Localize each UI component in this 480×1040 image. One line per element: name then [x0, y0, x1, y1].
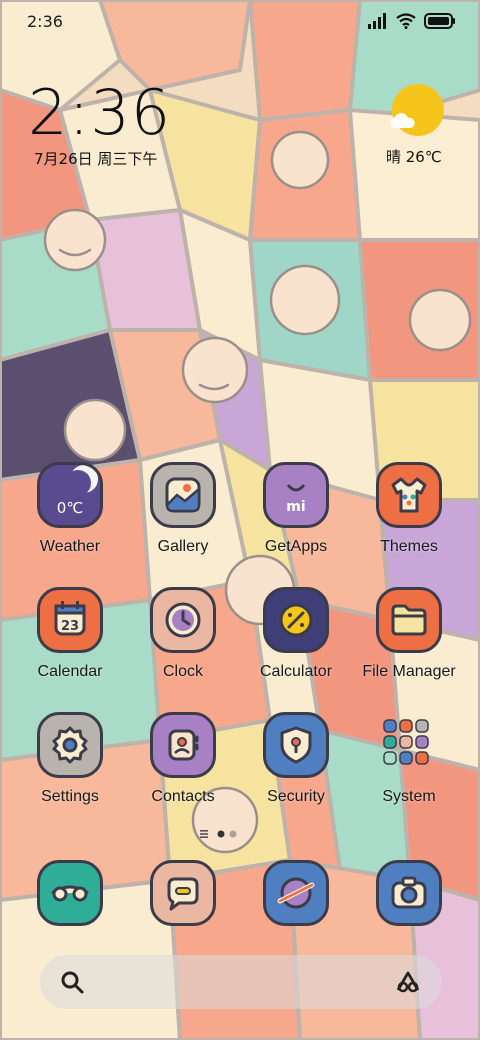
- gear-icon: [37, 712, 103, 778]
- app-label: Gallery: [157, 538, 209, 555]
- weather-app-icon: 0℃: [37, 462, 103, 528]
- app-label: GetApps: [264, 538, 328, 555]
- app-label: Themes: [380, 538, 438, 555]
- page-dot-active: [217, 830, 225, 838]
- gallery-icon: [150, 462, 216, 528]
- folder-icon: [376, 587, 442, 653]
- getapps-icon: mi: [263, 462, 329, 528]
- weather-widget-text: 晴 26℃: [386, 148, 442, 166]
- app-security[interactable]: Security: [240, 712, 352, 822]
- app-calculator[interactable]: Calculator: [240, 587, 352, 697]
- app-label: Clock: [162, 663, 203, 680]
- app-contacts[interactable]: Contacts: [127, 712, 239, 822]
- assistant-icon[interactable]: [394, 968, 422, 996]
- app-getapps[interactable]: mi GetApps: [240, 462, 352, 572]
- app-label: Settings: [41, 788, 99, 805]
- app-label: Contacts: [151, 788, 215, 805]
- calendar-date-badge: 23: [61, 619, 79, 634]
- app-file-manager[interactable]: File Manager: [353, 587, 465, 697]
- clock-widget-date: 7月26日 周三下午: [34, 150, 158, 168]
- status-time: 2:36: [27, 12, 63, 31]
- app-label: Weather: [39, 538, 101, 555]
- cloud-icon: [390, 113, 415, 128]
- page-dot: [229, 830, 237, 838]
- folder-system[interactable]: System: [353, 712, 465, 822]
- status-bar: 2:36: [0, 0, 480, 40]
- weather-app-badge: 0℃: [57, 499, 83, 517]
- contacts-icon: [150, 712, 216, 778]
- home-feed-icon: [200, 830, 208, 838]
- app-gallery[interactable]: Gallery: [127, 462, 239, 572]
- app-label: Security: [267, 788, 325, 805]
- browser-icon[interactable]: [263, 860, 329, 926]
- search-icon[interactable]: [58, 968, 86, 996]
- getapps-badge: mi: [286, 499, 305, 515]
- clock-icon: [150, 587, 216, 653]
- weather-widget[interactable]: 晴 26℃: [380, 84, 460, 174]
- shield-icon: [263, 712, 329, 778]
- app-label: Calendar: [37, 663, 103, 680]
- calculator-icon: [263, 587, 329, 653]
- app-clock[interactable]: Clock: [127, 587, 239, 697]
- page-indicator[interactable]: [200, 828, 260, 840]
- message-icon[interactable]: [150, 860, 216, 926]
- folder-system-icon: [376, 712, 442, 778]
- calendar-icon: 23: [37, 587, 103, 653]
- clock-widget[interactable]: 2:36 7月26日 周三下午: [28, 80, 171, 169]
- app-label: File Manager: [362, 663, 456, 680]
- battery-icon: [424, 13, 455, 29]
- phone-icon[interactable]: [37, 860, 103, 926]
- status-icons: [368, 12, 456, 30]
- search-bar[interactable]: [40, 955, 442, 1009]
- app-calendar[interactable]: 23 Calendar: [14, 587, 126, 697]
- app-themes[interactable]: Themes: [353, 462, 465, 572]
- app-settings[interactable]: Settings: [14, 712, 126, 822]
- wifi-icon: [396, 13, 416, 29]
- signal-icon: [368, 13, 386, 29]
- app-label: System: [382, 788, 436, 805]
- app-label: Calculator: [259, 663, 333, 680]
- clock-widget-time: 2:36: [28, 76, 172, 149]
- themes-icon: [376, 462, 442, 528]
- camera-icon[interactable]: [376, 860, 442, 926]
- app-weather[interactable]: 0℃ Weather: [14, 462, 126, 572]
